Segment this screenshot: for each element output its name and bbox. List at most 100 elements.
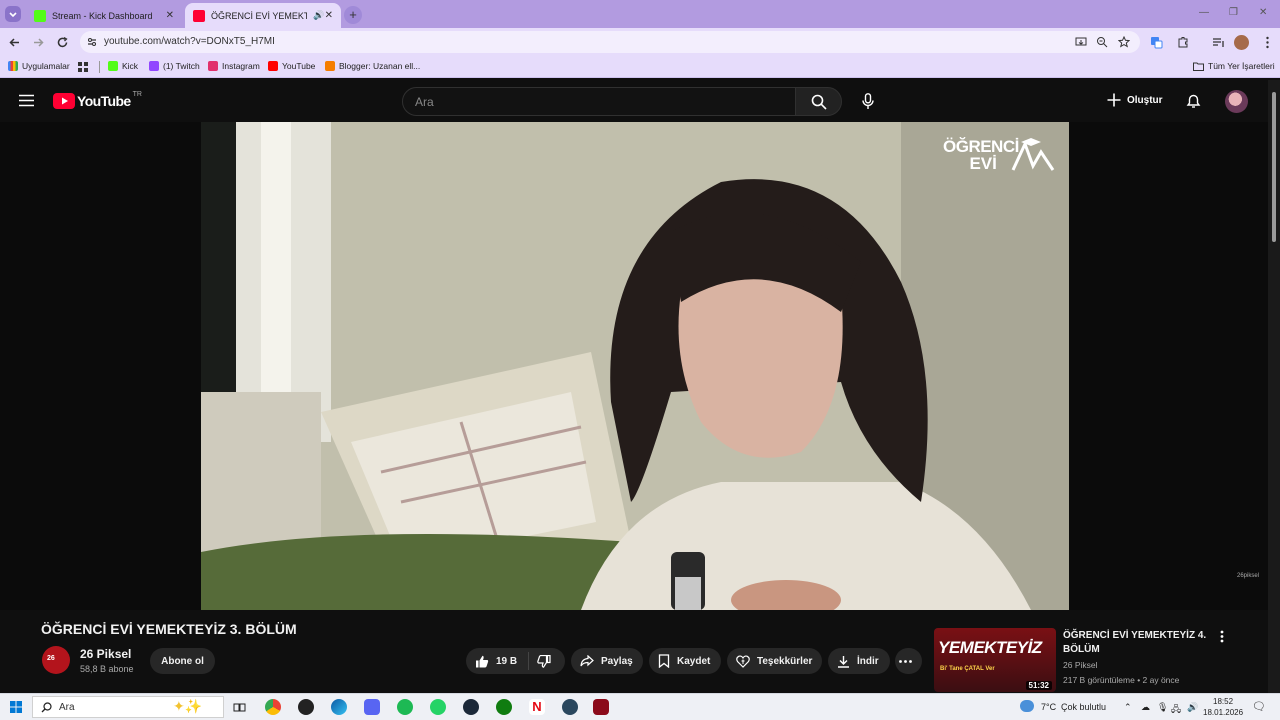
kick-icon <box>108 61 118 71</box>
obs-taskbar-icon[interactable] <box>298 699 314 715</box>
page-scrollbar[interactable] <box>1268 80 1280 693</box>
notifications-bell-icon[interactable] <box>1186 93 1201 109</box>
bookmark-divider <box>99 61 100 73</box>
plus-icon <box>1107 93 1121 107</box>
whatsapp-taskbar-icon[interactable] <box>430 699 446 715</box>
video-scene <box>201 122 1069 610</box>
hamburger-menu-icon[interactable] <box>19 94 34 107</box>
windows-start-icon[interactable] <box>10 701 22 713</box>
more-actions-button[interactable] <box>895 648 922 674</box>
media-control-icon[interactable] <box>1212 36 1225 49</box>
search-input[interactable]: Ara <box>402 87 796 116</box>
new-tab-button[interactable]: + <box>344 6 362 24</box>
profile-avatar[interactable] <box>1234 35 1249 50</box>
edge-taskbar-icon[interactable] <box>331 699 347 715</box>
bookmark-youtube[interactable]: YouTube <box>268 61 315 71</box>
twitch-icon <box>149 61 159 71</box>
tab-youtube-video[interactable]: ÖĞRENCİ EVİ YEMEKTEYİZ 🔊 ✕ <box>185 3 341 28</box>
netflix-taskbar-icon[interactable]: N <box>529 699 545 715</box>
tab-search-button[interactable] <box>5 6 21 22</box>
maximize-icon[interactable]: ❐ <box>1229 7 1238 18</box>
zoom-icon[interactable] <box>1096 36 1108 48</box>
weather-temp[interactable]: 7°C <box>1041 702 1056 712</box>
share-button[interactable]: Paylaş <box>571 648 643 674</box>
scrollbar-thumb[interactable] <box>1272 92 1276 242</box>
related-video-thumbnail[interactable]: YEMEKTEYİZ Bi' Tane ÇATAL Ver 51:32 <box>934 628 1056 692</box>
search-button[interactable] <box>795 87 842 116</box>
tab-title: Stream - Kick Dashboard <box>52 10 153 21</box>
steam-client-taskbar-icon[interactable] <box>562 699 578 715</box>
minimize-icon[interactable]: — <box>1199 7 1209 18</box>
network-icon[interactable]: 🖧 <box>1171 702 1181 718</box>
channel-name[interactable]: 26 Piksel <box>80 647 131 661</box>
volume-icon[interactable]: 🔊 <box>1187 702 1198 713</box>
channel-avatar[interactable]: 26 <box>42 646 70 674</box>
chrome-menu-icon[interactable] <box>1261 36 1274 49</box>
site-info-icon[interactable] <box>86 36 98 48</box>
grid-icon[interactable] <box>78 62 88 72</box>
voice-search-button[interactable] <box>853 87 883 116</box>
save-button[interactable]: Kaydet <box>649 648 721 674</box>
extensions-icon[interactable] <box>1176 36 1189 49</box>
weather-icon[interactable] <box>1020 700 1034 712</box>
all-bookmarks-folder[interactable]: Tüm Yer İşaretleri <box>1193 61 1275 71</box>
onedrive-icon[interactable]: ☁ <box>1141 702 1150 713</box>
close-window-icon[interactable]: ✕ <box>1259 7 1267 18</box>
create-button[interactable]: Oluştur <box>1107 93 1163 107</box>
forward-icon[interactable] <box>32 36 45 49</box>
related-video-title[interactable]: ÖĞRENCİ EVİ YEMEKTEYİZ 4. BÖLÜM <box>1063 629 1213 657</box>
subscribe-button[interactable]: Abone ol <box>150 648 215 674</box>
browser-toolbar: youtube.com/watch?v=DONxT5_H7MI <box>0 28 1280 56</box>
related-video-menu-icon[interactable] <box>1220 630 1224 643</box>
steam-taskbar-icon[interactable] <box>463 699 479 715</box>
show-hidden-icons-icon[interactable]: ⌃ <box>1124 702 1132 713</box>
bookmark-twitch[interactable]: (1) Twitch <box>149 61 200 71</box>
folder-icon <box>1193 62 1204 71</box>
video-title: ÖĞRENCİ EVİ YEMEKTEYİZ 3. BÖLÜM <box>41 621 297 637</box>
reload-icon[interactable] <box>56 36 69 49</box>
thanks-button[interactable]: Teşekkürler <box>727 648 822 674</box>
xbox-taskbar-icon[interactable] <box>496 699 512 715</box>
bookmark-kick[interactable]: Kick <box>108 61 138 71</box>
thanks-heart-icon <box>736 654 750 668</box>
back-icon[interactable] <box>8 36 21 49</box>
dislike-button[interactable] <box>529 654 558 668</box>
bookmark-apps[interactable]: Uygulamalar <box>8 61 70 71</box>
notifications-icon[interactable]: 🗨 <box>1252 700 1266 713</box>
bookmark-instagram[interactable]: Instagram <box>208 61 260 71</box>
microphone-icon <box>862 93 874 109</box>
taskbar-search-input[interactable]: Ara ✦✨ <box>32 696 224 718</box>
clock[interactable]: 18:52 18.01.2026 <box>1203 696 1243 718</box>
close-tab-icon[interactable]: ✕ <box>325 10 333 21</box>
discord-taskbar-icon[interactable] <box>364 699 380 715</box>
tab-title: ÖĞRENCİ EVİ YEMEKTEYİZ <box>211 10 308 21</box>
windows-taskbar: Ara ✦✨ N 7°C Çok bulutlu ⌃ ☁ 🎙 🖧 🔊 18:52… <box>0 693 1280 720</box>
tab-kick-dashboard[interactable]: Stream - Kick Dashboard ✕ <box>26 3 182 28</box>
corner-watermark: 26piksel <box>1237 573 1260 579</box>
bookmarks-bar: Uygulamalar Kick (1) Twitch Instagram Yo… <box>0 56 1280 78</box>
like-button[interactable]: 19 B <box>466 652 529 670</box>
install-app-icon[interactable] <box>1075 36 1087 48</box>
bookmark-blogger[interactable]: Blogger: Uzanan ell... <box>325 61 420 71</box>
related-video-channel[interactable]: 26 Piksel <box>1063 660 1098 670</box>
more-horizontal-icon <box>898 659 912 663</box>
translate-extension-icon[interactable] <box>1150 36 1163 49</box>
audio-playing-icon[interactable]: 🔊 <box>313 10 324 21</box>
chrome-taskbar-icon[interactable] <box>265 699 281 715</box>
task-view-icon[interactable] <box>233 701 246 714</box>
address-bar[interactable]: youtube.com/watch?v=DONxT5_H7MI <box>80 31 1140 53</box>
spotify-taskbar-icon[interactable] <box>397 699 413 715</box>
youtube-logo[interactable]: YouTube TR <box>53 91 142 109</box>
thumbs-down-icon <box>537 654 551 668</box>
game-taskbar-icon[interactable] <box>593 699 609 715</box>
video-frame[interactable]: ÖĞRENCİ EVİ <box>201 122 1069 610</box>
microphone-tray-icon[interactable]: 🎙 <box>1157 702 1168 713</box>
weather-description[interactable]: Çok bulutlu <box>1061 702 1106 712</box>
close-tab-icon[interactable]: ✕ <box>166 10 174 21</box>
user-avatar[interactable] <box>1225 90 1248 113</box>
download-icon <box>838 655 849 668</box>
download-button[interactable]: İndir <box>828 648 890 674</box>
instagram-icon <box>208 61 218 71</box>
bookmark-star-icon[interactable] <box>1118 36 1130 48</box>
video-player[interactable]: ÖĞRENCİ EVİ 26piksel <box>0 122 1268 610</box>
